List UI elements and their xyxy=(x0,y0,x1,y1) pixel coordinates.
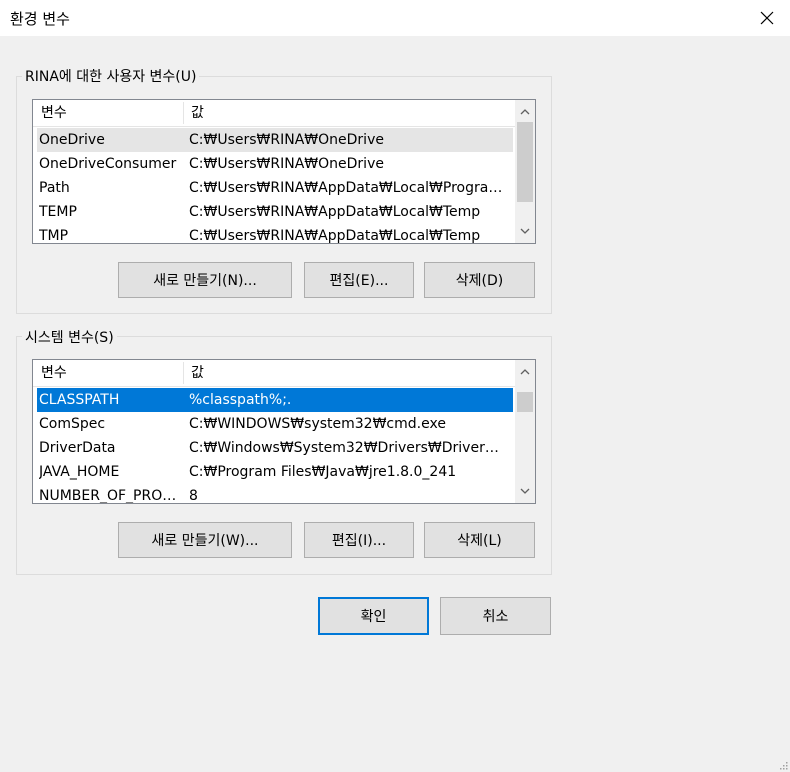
var-value: C:₩Users₩RINA₩OneDrive xyxy=(189,132,384,148)
var-name: ComSpec xyxy=(39,416,106,432)
scroll-up-button[interactable] xyxy=(515,102,535,122)
scroll-down-icon xyxy=(520,228,530,234)
var-name: TEMP xyxy=(39,204,77,220)
var-name: OneDrive xyxy=(39,132,105,148)
user-delete-button[interactable]: 삭제(D) xyxy=(424,262,535,298)
ok-button[interactable]: 확인 xyxy=(318,597,429,635)
var-name: CLASSPATH xyxy=(39,392,120,408)
user-vars-header: 변수 값 xyxy=(33,100,515,127)
scroll-down-icon xyxy=(520,488,530,494)
column-header-name[interactable]: 변수 xyxy=(41,100,67,126)
column-header-value[interactable]: 값 xyxy=(191,360,204,386)
var-value: C:₩WINDOWS₩system32₩cmd.exe xyxy=(189,416,446,432)
column-separator[interactable] xyxy=(183,102,184,124)
var-value: C:₩Users₩RINA₩AppData₩Local₩Temp xyxy=(189,228,481,244)
var-value: 8 xyxy=(189,488,198,504)
user-vars-label: RINA에 대한 사용자 변수(U) xyxy=(22,66,200,86)
table-row-selected[interactable]: CLASSPATH %classpath%;. xyxy=(37,388,513,412)
var-name: Path xyxy=(39,180,70,196)
system-vars-label: 시스템 변수(S) xyxy=(22,327,117,347)
scroll-up-button[interactable] xyxy=(515,362,535,382)
scroll-thumb[interactable] xyxy=(517,122,533,202)
var-name: JAVA_HOME xyxy=(39,464,120,480)
system-delete-button[interactable]: 삭제(L) xyxy=(424,522,535,558)
scroll-thumb[interactable] xyxy=(517,392,533,412)
table-row[interactable]: TMP C:₩Users₩RINA₩AppData₩Local₩Temp xyxy=(37,224,513,244)
system-vars-scrollbar[interactable] xyxy=(515,360,535,503)
column-separator[interactable] xyxy=(183,362,184,384)
table-row[interactable]: ComSpec C:₩WINDOWS₩system32₩cmd.exe xyxy=(37,412,513,436)
table-row[interactable]: JAVA_HOME C:₩Program Files₩Java₩jre1.8.0… xyxy=(37,460,513,484)
scroll-down-button[interactable] xyxy=(515,481,535,501)
table-row[interactable]: OneDriveConsumer C:₩Users₩RINA₩OneDrive xyxy=(37,152,513,176)
table-row[interactable]: DriverData C:₩Windows₩System32₩Drivers₩D… xyxy=(37,436,513,460)
cancel-button[interactable]: 취소 xyxy=(440,597,551,635)
var-value: C:₩Users₩RINA₩AppData₩Local₩Programs₩... xyxy=(189,180,509,196)
window-title: 환경 변수 xyxy=(10,10,70,28)
table-row[interactable]: NUMBER_OF_PROC... 8 xyxy=(37,484,513,504)
var-name: TMP xyxy=(39,228,69,244)
system-edit-button[interactable]: 편집(I)... xyxy=(304,522,414,558)
var-value: %classpath%;. xyxy=(189,392,292,408)
table-row[interactable]: OneDrive C:₩Users₩RINA₩OneDrive xyxy=(37,128,513,152)
user-edit-button[interactable]: 편집(E)... xyxy=(304,262,414,298)
var-name: DriverData xyxy=(39,440,116,456)
user-vars-scrollbar[interactable] xyxy=(515,100,535,243)
var-value: C:₩Users₩RINA₩AppData₩Local₩Temp xyxy=(189,204,481,220)
column-header-name[interactable]: 변수 xyxy=(41,360,67,386)
scroll-down-button[interactable] xyxy=(515,221,535,241)
close-icon xyxy=(760,11,774,25)
table-row[interactable]: Path C:₩Users₩RINA₩AppData₩Local₩Program… xyxy=(37,176,513,200)
system-vars-header: 변수 값 xyxy=(33,360,515,387)
var-name: OneDriveConsumer xyxy=(39,156,177,172)
system-new-button[interactable]: 새로 만들기(W)... xyxy=(118,522,292,558)
var-value: C:₩Windows₩System32₩Drivers₩DriverData xyxy=(189,440,509,456)
system-vars-list[interactable]: 변수 값 CLASSPATH %classpath%;. ComSpec C:₩… xyxy=(32,359,536,504)
scroll-up-icon xyxy=(520,369,530,375)
user-new-button[interactable]: 새로 만들기(N)... xyxy=(118,262,292,298)
resize-grip-icon[interactable] xyxy=(778,760,788,770)
column-header-value[interactable]: 값 xyxy=(191,100,204,126)
var-name: NUMBER_OF_PROC... xyxy=(39,488,181,504)
scroll-up-icon xyxy=(520,109,530,115)
user-vars-list[interactable]: 변수 값 OneDrive C:₩Users₩RINA₩OneDrive One… xyxy=(32,99,536,244)
var-value: C:₩Program Files₩Java₩jre1.8.0_241 xyxy=(189,464,457,480)
table-row[interactable]: TEMP C:₩Users₩RINA₩AppData₩Local₩Temp xyxy=(37,200,513,224)
var-value: C:₩Users₩RINA₩OneDrive xyxy=(189,156,384,172)
close-button[interactable] xyxy=(744,0,790,36)
title-bar: 환경 변수 xyxy=(0,0,790,36)
